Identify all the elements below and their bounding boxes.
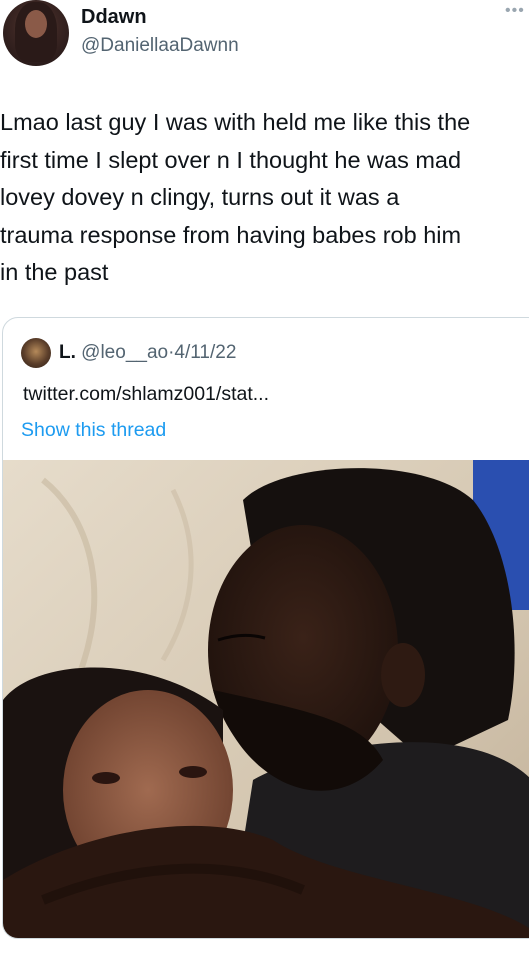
avatar-face-shape: [25, 10, 47, 38]
tweet-text: Lmao last guy I was with held me like th…: [0, 104, 526, 292]
tweet-text-line: first time I slept over n I thought he w…: [0, 146, 462, 173]
tweet-text-line: trauma response from having babes rob hi…: [0, 221, 462, 248]
girl-eye: [179, 766, 207, 778]
quoted-header: L. @leo__ao·4/11/22: [59, 340, 236, 366]
tweet-text-line: in the past: [0, 259, 109, 285]
quoted-photo[interactable]: [3, 460, 529, 939]
quoted-tweet-card[interactable]: L. @leo__ao·4/11/22 twitter.com/shlamz00…: [2, 317, 529, 939]
quoted-date: 4/11/22: [174, 342, 237, 363]
man-ear: [381, 643, 425, 707]
tweet-text-line: Lmao last guy I was with held me like th…: [0, 109, 471, 135]
tweet-text-line: lovey dovey n clingy, turns out it was a: [0, 184, 400, 210]
girl-eye: [92, 772, 120, 784]
quoted-link[interactable]: twitter.com/shlamz001/stat...: [23, 380, 269, 408]
show-thread-link[interactable]: Show this thread: [21, 416, 166, 444]
quoted-author-avatar: [21, 338, 51, 368]
quoted-author-handle: @leo__ao: [81, 342, 169, 363]
quoted-author-name: L.: [59, 342, 76, 363]
more-horizontal-icon[interactable]: •••: [505, 2, 525, 20]
author-handle[interactable]: @DaniellaaDawnn: [81, 34, 239, 58]
author-name[interactable]: Ddawn: [81, 5, 147, 29]
author-avatar[interactable]: [3, 0, 69, 66]
